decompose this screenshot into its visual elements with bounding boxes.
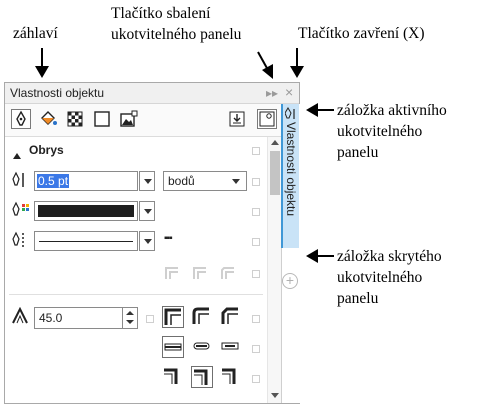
outline-width-value: 0.5 pt (37, 174, 70, 188)
dash-settings-button[interactable]: ▪▪▪ (164, 233, 173, 244)
miter-limit-value: 45.0 (39, 311, 63, 325)
triangle-up-icon (13, 153, 21, 159)
annotation-hidden-tab-line3: panelu (337, 290, 379, 307)
style-option-check[interactable] (252, 238, 260, 246)
units-value: bodů (168, 174, 195, 188)
annotation-close: Tlačítko zavření (X) (298, 25, 425, 42)
center-outline-icon (194, 369, 208, 385)
scroll-thumb[interactable] (270, 151, 280, 195)
outline-color-picker[interactable] (34, 201, 138, 221)
properties-tab-icon (285, 107, 295, 119)
width-option-check[interactable] (252, 178, 260, 186)
add-tab-button[interactable]: + (282, 273, 298, 289)
outside-outline-icon (164, 368, 178, 384)
outline-width-dropdown[interactable] (139, 171, 155, 191)
wrap-text-button[interactable] (227, 109, 247, 129)
spin-up-icon[interactable] (126, 311, 134, 315)
bevel-corner-icon (221, 307, 238, 324)
center-outline-button[interactable] (191, 366, 213, 388)
butt-cap-icon (164, 343, 182, 351)
outline-style-select[interactable] (34, 231, 138, 251)
corner-option-check[interactable] (252, 270, 260, 278)
annotation-header: záhlaví (13, 25, 58, 42)
properties-icon (259, 111, 275, 127)
annotation-hidden-tab-line2: ukotvitelného (337, 269, 423, 286)
round-corner-button[interactable] (191, 306, 213, 328)
annotation-active-tab-line2: ukotvitelného (337, 123, 423, 140)
bitmap-icon (120, 110, 138, 127)
collapse-section-arrow[interactable] (13, 147, 21, 159)
wrap-text-icon (229, 111, 245, 127)
object-properties-docker: Vlastnosti objektu ▸▸ × Obrys 0.5 pt bod… (4, 82, 300, 404)
butt-cap-button[interactable] (162, 336, 184, 358)
miter-spinner[interactable] (122, 308, 137, 328)
outline-width-input[interactable]: 0.5 pt (34, 171, 138, 191)
docker-header[interactable]: Vlastnosti objektu ▸▸ × (5, 83, 299, 104)
divider (9, 294, 263, 295)
frame-tab-button[interactable] (92, 109, 112, 129)
docker-content: Obrys 0.5 pt bodů ▪▪▪ 45.0 (5, 137, 267, 403)
round-corner-icon (192, 307, 209, 324)
scroll-up-icon[interactable] (271, 140, 279, 145)
units-select[interactable]: bodů (163, 171, 247, 191)
round-cap-button[interactable] (191, 336, 213, 358)
transparency-icon (67, 111, 83, 127)
round-cap-icon (193, 342, 210, 350)
fill-icon (41, 111, 57, 125)
annotation-active-tab-line3: panelu (337, 144, 379, 161)
outline-color-icon (11, 201, 31, 224)
collapse-docker-button[interactable]: ▸▸ (266, 86, 278, 100)
square-cap-icon (221, 342, 239, 350)
annotation-active-tab-line1: záložka aktivního (337, 102, 447, 119)
outline-position-check[interactable] (252, 375, 260, 383)
miter-limit-input[interactable]: 45.0 (34, 307, 138, 329)
frame-icon (94, 111, 110, 127)
docker-title: Vlastnosti objektu (10, 86, 105, 100)
section-title-outline: Obrys (29, 143, 64, 157)
outline-pen-icon (16, 110, 26, 126)
outline-style-dropdown[interactable] (139, 231, 155, 251)
outline-color-swatch (38, 205, 134, 217)
vertical-scrollbar[interactable] (267, 137, 282, 403)
spin-down-icon[interactable] (126, 320, 134, 324)
outline-style-icon (11, 231, 31, 254)
miter-corner-button[interactable] (162, 306, 184, 328)
color-option-check[interactable] (252, 208, 260, 216)
outside-outline-button[interactable] (162, 366, 184, 388)
annotation-hidden-tab-line1: záložka skrytého (337, 248, 442, 265)
square-cap-button[interactable] (220, 336, 242, 358)
miter-limit-icon (11, 306, 29, 330)
properties-options-button[interactable] (257, 109, 277, 129)
outline-width-icon (11, 171, 31, 194)
bevel-corner-button[interactable] (220, 306, 242, 328)
miter-corner-icon (164, 308, 181, 325)
miter-option-check[interactable] (146, 315, 154, 323)
transparency-tab-button[interactable] (65, 109, 85, 129)
inside-outline-button[interactable] (220, 366, 242, 388)
annotation-collapse-line2: ukotvitelného panelu (111, 26, 242, 43)
active-tab-label: Vlastnosti objektu (284, 122, 298, 217)
bitmap-tab-button[interactable] (119, 109, 139, 129)
disabled-corner-options (164, 265, 244, 288)
close-docker-button[interactable]: × (285, 85, 293, 99)
scroll-down-icon[interactable] (271, 393, 279, 398)
outline-pen-tab-button[interactable] (11, 109, 31, 129)
units-dropdown-icon (232, 179, 240, 184)
section-option-check[interactable] (252, 147, 260, 155)
inside-outline-icon (222, 368, 236, 384)
outline-color-dropdown[interactable] (139, 201, 155, 221)
solid-line-preview (39, 241, 133, 242)
corner-join-check[interactable] (252, 315, 260, 323)
active-docker-tab[interactable]: Vlastnosti objektu (281, 104, 299, 248)
line-cap-check[interactable] (252, 345, 260, 353)
annotation-collapse-line1: Tlačítko sbalení (111, 5, 211, 22)
docker-toolbar (5, 104, 299, 137)
fill-tab-button[interactable] (38, 109, 58, 129)
